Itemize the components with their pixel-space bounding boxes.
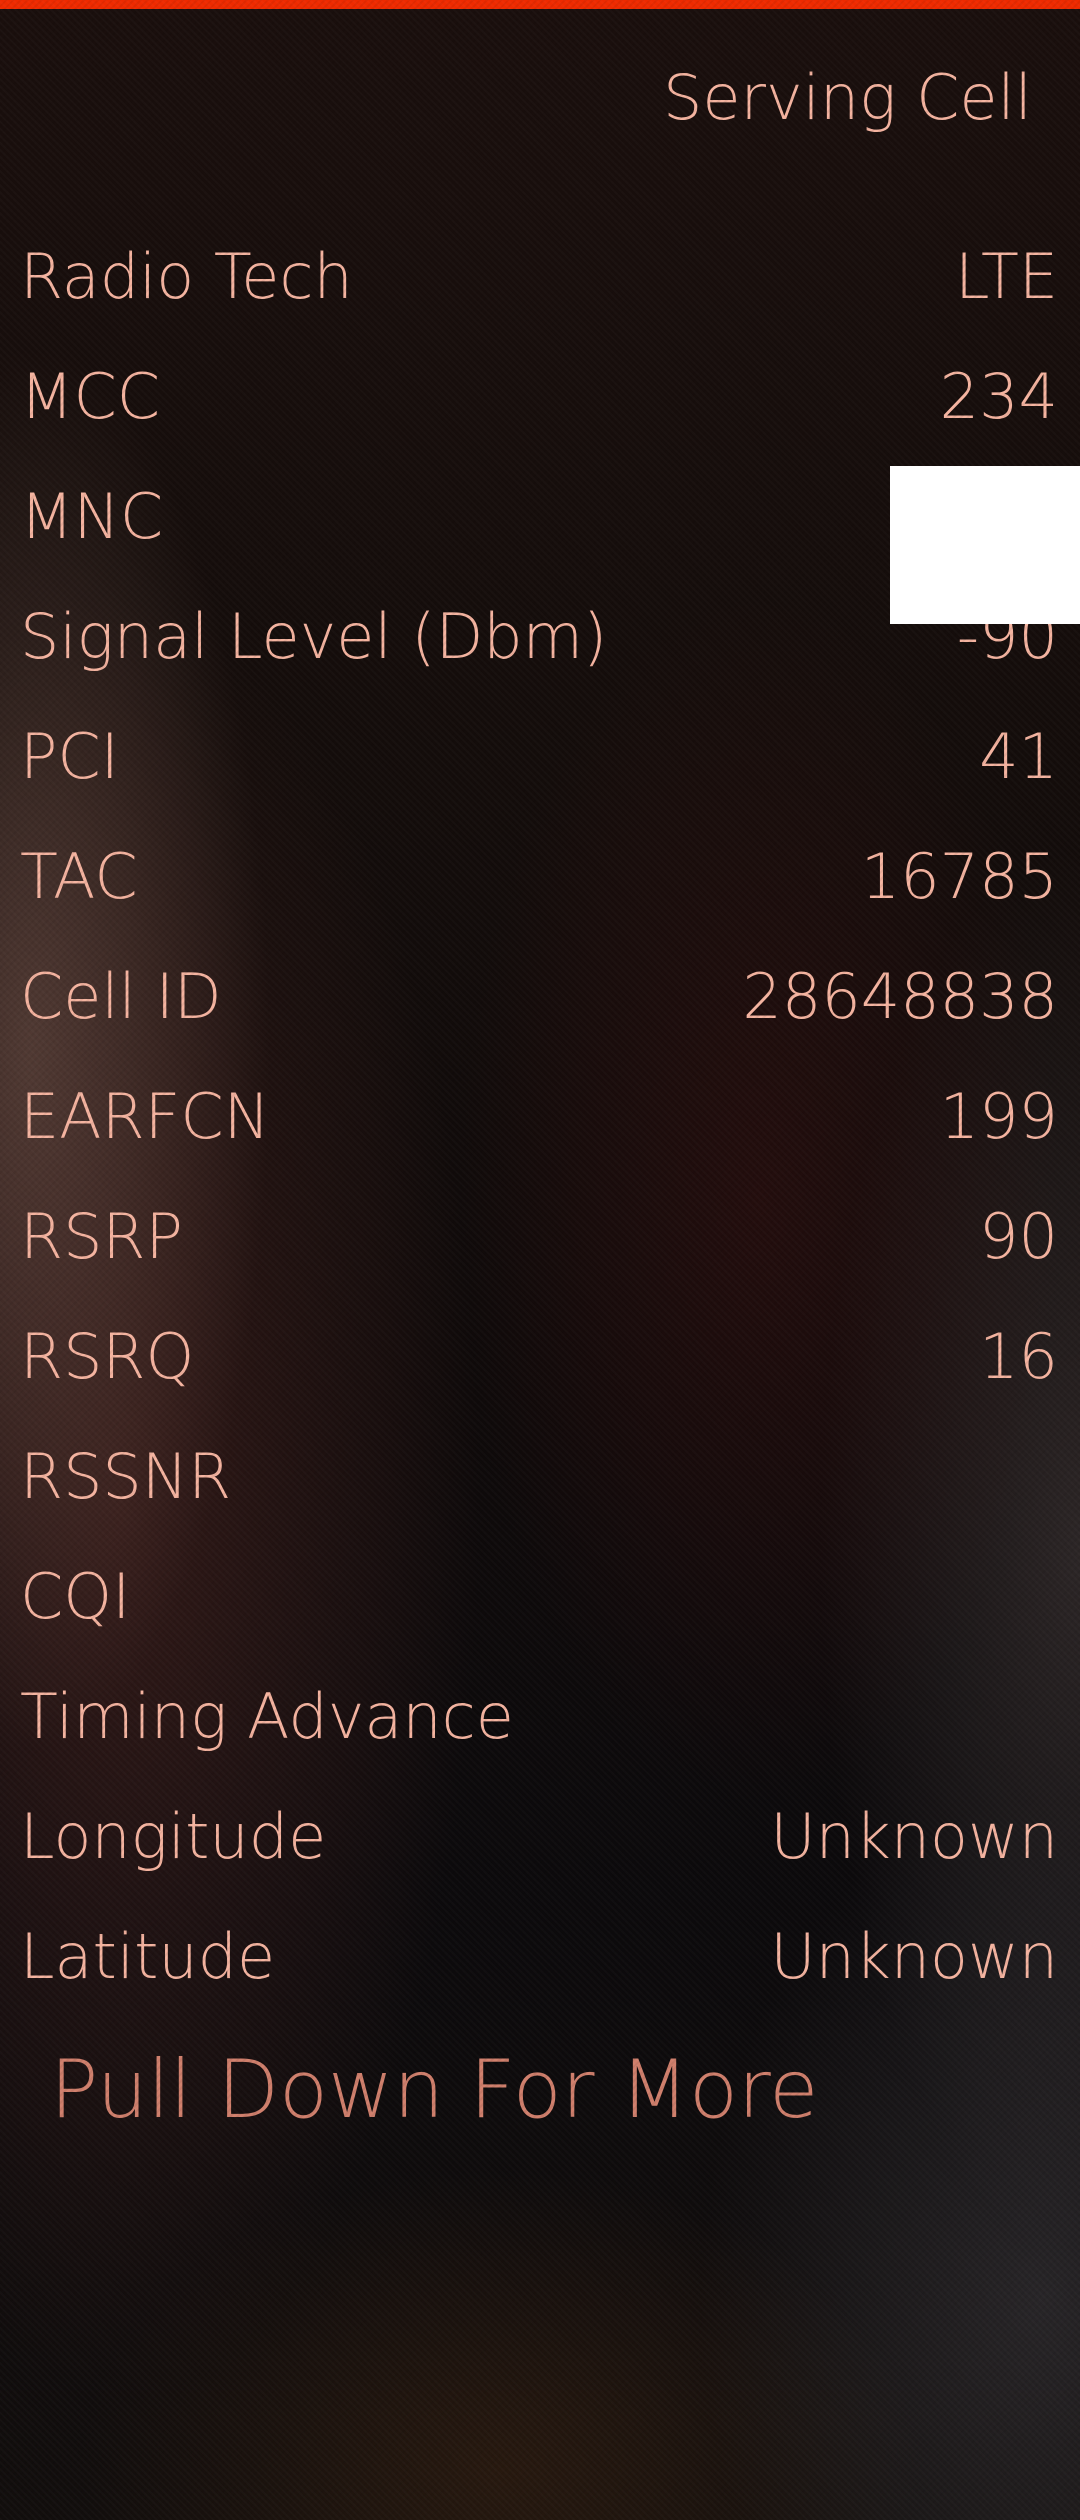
pull-down-hint[interactable]: Pull Down For More [50,2040,818,2140]
timing-advance-label: Timing Advance [20,1680,514,1753]
mnc-label: MNC [20,480,164,553]
rsrp-label: RSRP [20,1200,183,1273]
longitude-value: Unknown [770,1800,1058,1873]
row-longitude: Longitude Unknown [0,1782,1080,1892]
rsrq-label: RSRQ [20,1320,195,1393]
rsrq-value: 16 [979,1320,1058,1393]
tac-value: 16785 [860,840,1058,913]
earfcn-label: EARFCN [20,1080,270,1153]
rssnr-label: RSSNR [20,1440,232,1513]
row-timing-advance: Timing Advance [0,1662,1080,1772]
row-radio-tech: Radio Tech LTE [0,222,1080,332]
earfcn-value: 199 [939,1080,1058,1153]
cell-id-label: Cell ID [20,960,222,1033]
latitude-value: Unknown [770,1920,1058,1993]
pci-value: 41 [979,720,1058,793]
mcc-label: MCC [20,360,161,433]
row-tac: TAC 16785 [0,822,1080,932]
row-pci: PCI 41 [0,702,1080,812]
cell-id-value: 28648838 [742,960,1058,1033]
row-rssnr: RSSNR [0,1422,1080,1532]
longitude-label: Longitude [20,1800,327,1873]
row-cqi: CQI [0,1542,1080,1652]
pci-label: PCI [20,720,119,793]
section-title: Serving Cell [662,61,1032,134]
mcc-value: 234 [939,360,1058,433]
row-latitude: Latitude Unknown [0,1902,1080,2012]
latitude-label: Latitude [20,1920,276,1993]
radio-tech-value: LTE [954,240,1058,313]
cqi-label: CQI [20,1560,131,1633]
row-mcc: MCC 234 [0,342,1080,452]
signal-level-label: Signal Level (Dbm) [20,600,608,673]
redaction-box [890,466,1080,624]
row-rsrq: RSRQ 16 [0,1302,1080,1412]
top-accent-bar [0,0,1080,9]
rsrp-value: 90 [979,1200,1058,1273]
row-cell-id: Cell ID 28648838 [0,942,1080,1052]
tac-label: TAC [20,840,138,913]
radio-tech-label: Radio Tech [20,240,353,313]
row-rsrp: RSRP 90 [0,1182,1080,1292]
row-earfcn: EARFCN 199 [0,1062,1080,1172]
